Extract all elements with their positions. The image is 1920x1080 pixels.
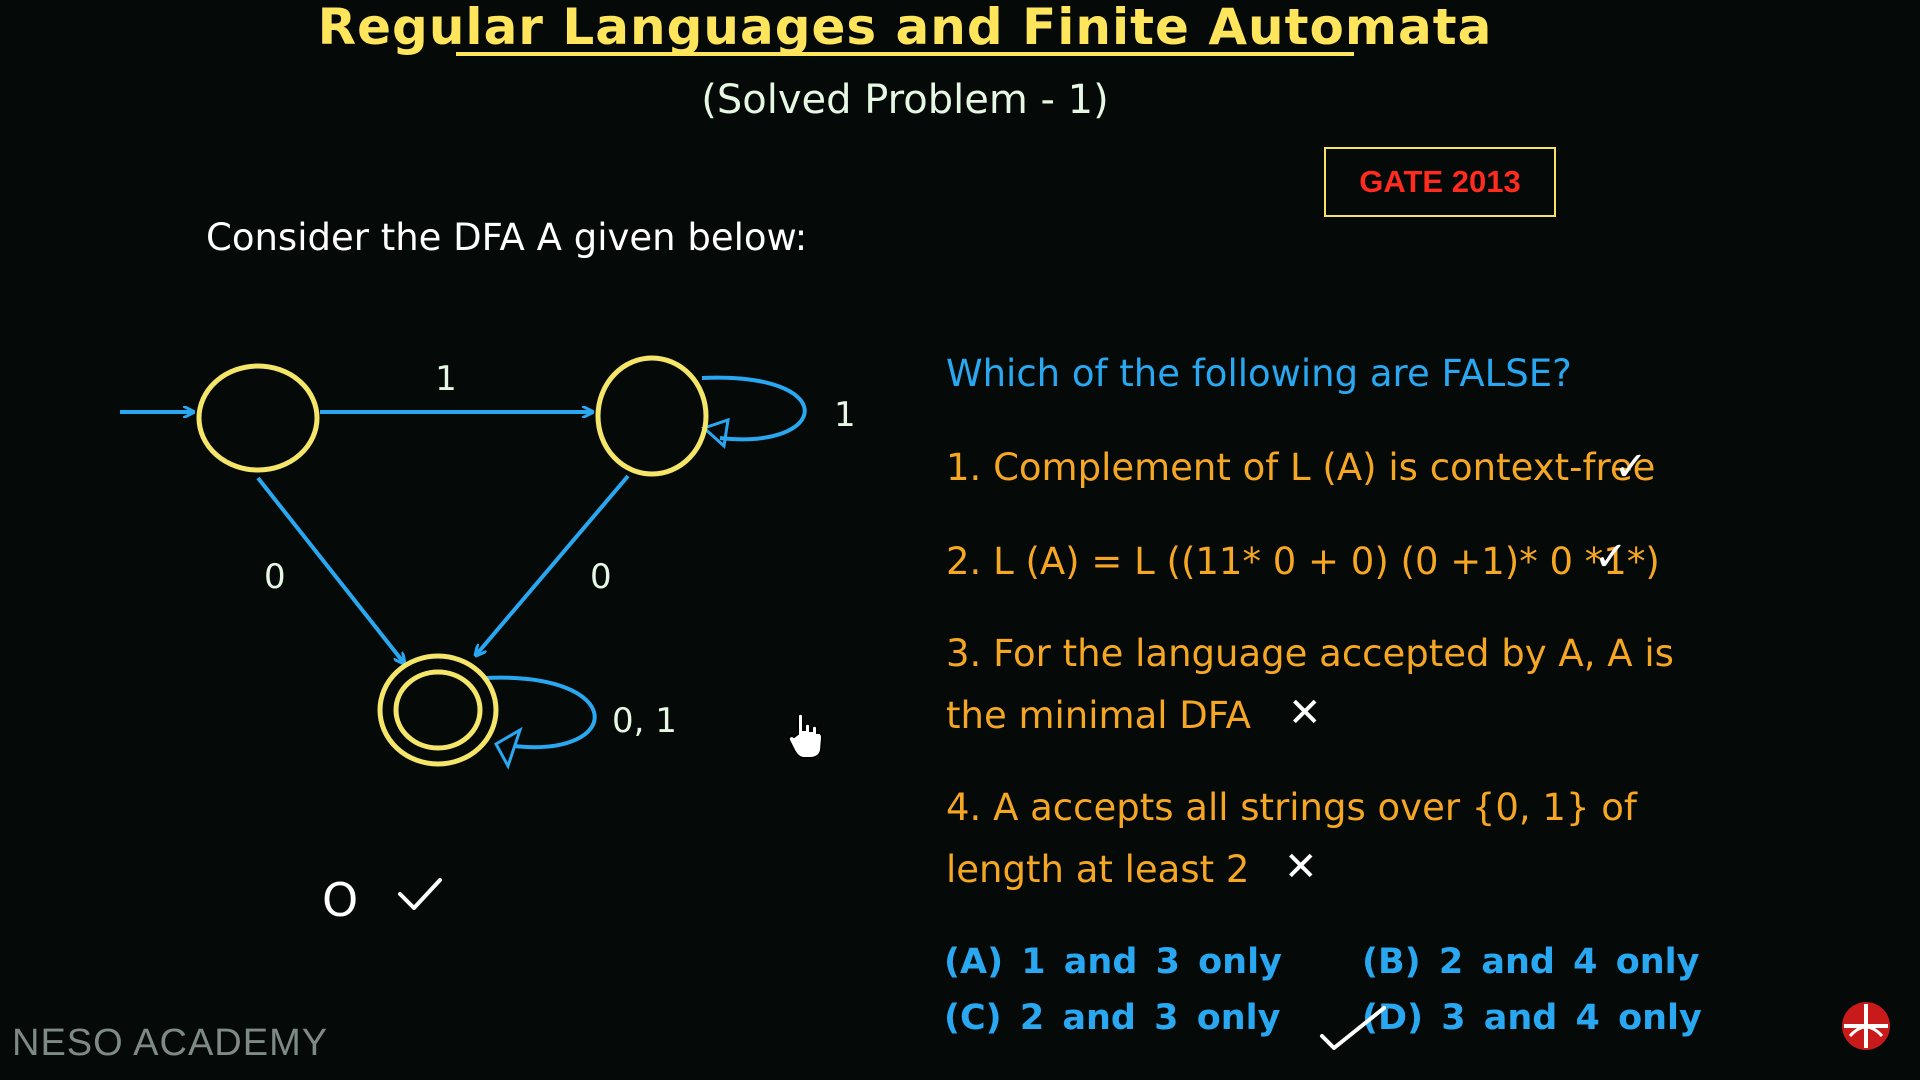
statement-1: 1. Complement of L (A) is context-free — [946, 446, 1656, 489]
answer-option-b: (B) 2 and 4 only — [1362, 942, 1700, 982]
neso-logo-icon — [1842, 1002, 1890, 1050]
answer-option-a: (A) 1 and 3 only — [944, 942, 1282, 982]
question-prompt: Which of the following are FALSE? — [946, 352, 1572, 395]
statement-4-line-2: length at least 2 — [946, 848, 1250, 891]
annotation-check-icon — [398, 878, 442, 910]
statement-2: 2. L (A) = L ((11* 0 + 0) (0 +1)* 0 *1*) — [946, 540, 1660, 583]
statement-1-check-icon: ✓ — [1614, 444, 1648, 490]
statement-2-check-icon: ✓ — [1594, 534, 1628, 580]
annotation-circle: O — [322, 873, 358, 927]
label-q0-q2: 0 — [264, 557, 286, 597]
transition-q2-loop — [485, 675, 597, 750]
transition-q1-loop — [701, 375, 807, 442]
hand-cursor-icon — [788, 712, 824, 759]
state-q0 — [196, 363, 320, 473]
gate-badge: GATE 2013 — [1324, 147, 1556, 217]
neso-academy-brand: NESO ACADEMY — [12, 1022, 329, 1064]
label-q1-loop: 1 — [834, 395, 856, 435]
answer-d-check-icon — [1320, 1006, 1386, 1050]
intro-text: Consider the DFA A given below: — [206, 216, 808, 259]
state-q1 — [595, 355, 709, 477]
statement-4-line-1: 4. A accepts all strings over {0, 1} of — [946, 786, 1637, 829]
answer-option-d: (D) 3 and 4 only — [1362, 998, 1702, 1038]
page-title: Regular Languages and Finite Automata — [317, 0, 1493, 56]
statement-4-cross-icon: ✕ — [1284, 844, 1318, 890]
label-q2-loop: 0, 1 — [612, 701, 677, 741]
state-q2-inner — [393, 669, 483, 751]
label-q0-q1: 1 — [435, 359, 457, 399]
title-underline — [456, 52, 1354, 56]
page-subtitle: (Solved Problem - 1) — [701, 77, 1109, 123]
answer-option-c: (C) 2 and 3 only — [944, 998, 1281, 1038]
dfa-diagram: 1 1 0 0 0, 1 O — [120, 355, 856, 927]
label-q1-q2: 0 — [590, 557, 612, 597]
statement-3-line-2: the minimal DFA — [946, 694, 1251, 737]
statement-3-line-1: 3. For the language accepted by A, A is — [946, 632, 1674, 675]
statement-3-cross-icon: ✕ — [1288, 690, 1322, 736]
gate-badge-label: GATE 2013 — [1359, 164, 1521, 199]
